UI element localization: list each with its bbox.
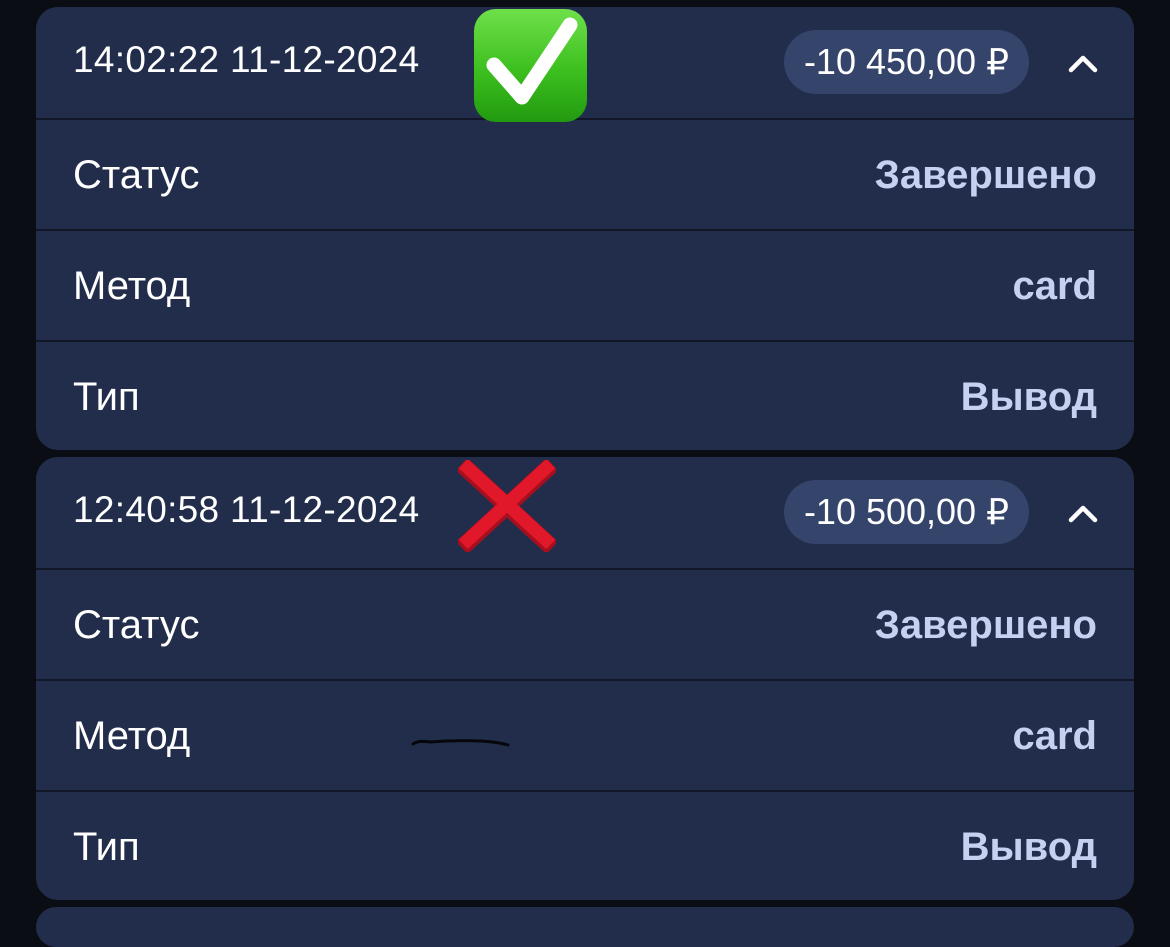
chevron-up-icon[interactable] — [1066, 47, 1100, 81]
status-label: Статус — [73, 153, 200, 197]
check-mark-icon — [472, 7, 589, 124]
transaction-header[interactable]: 12:40:58 11-12-2024 -10 500,00 ₽ — [36, 457, 1134, 569]
scribble-mark — [410, 734, 512, 750]
transaction-datetime: 12:40:58 11-12-2024 — [73, 489, 420, 530]
method-label: Метод — [73, 714, 191, 758]
method-value: card — [1012, 714, 1098, 758]
status-label: Статус — [73, 603, 200, 647]
type-label: Тип — [73, 375, 140, 419]
status-row: Статус Завершено — [36, 118, 1134, 230]
method-row: Метод card — [36, 679, 1134, 791]
type-value: Вывод — [960, 375, 1097, 419]
type-row: Тип Вывод — [36, 340, 1134, 450]
chevron-up-icon[interactable] — [1066, 497, 1100, 531]
status-row: Статус Завершено — [36, 568, 1134, 680]
status-value: Завершено — [874, 153, 1097, 197]
method-label: Метод — [73, 264, 191, 308]
method-value: card — [1012, 264, 1098, 308]
transaction-card: 12:40:58 11-12-2024 -10 500,00 ₽ Статус … — [36, 457, 1134, 900]
type-value: Вывод — [960, 825, 1097, 869]
status-value: Завершено — [874, 603, 1097, 647]
transaction-card-partial[interactable] — [36, 907, 1134, 947]
transaction-datetime: 14:02:22 11-12-2024 — [73, 39, 420, 80]
cross-mark-icon — [455, 457, 559, 555]
amount-badge: -10 450,00 ₽ — [783, 30, 1029, 94]
type-row: Тип Вывод — [36, 790, 1134, 900]
type-label: Тип — [73, 825, 140, 869]
method-row: Метод card — [36, 229, 1134, 341]
amount-badge: -10 500,00 ₽ — [783, 480, 1029, 544]
